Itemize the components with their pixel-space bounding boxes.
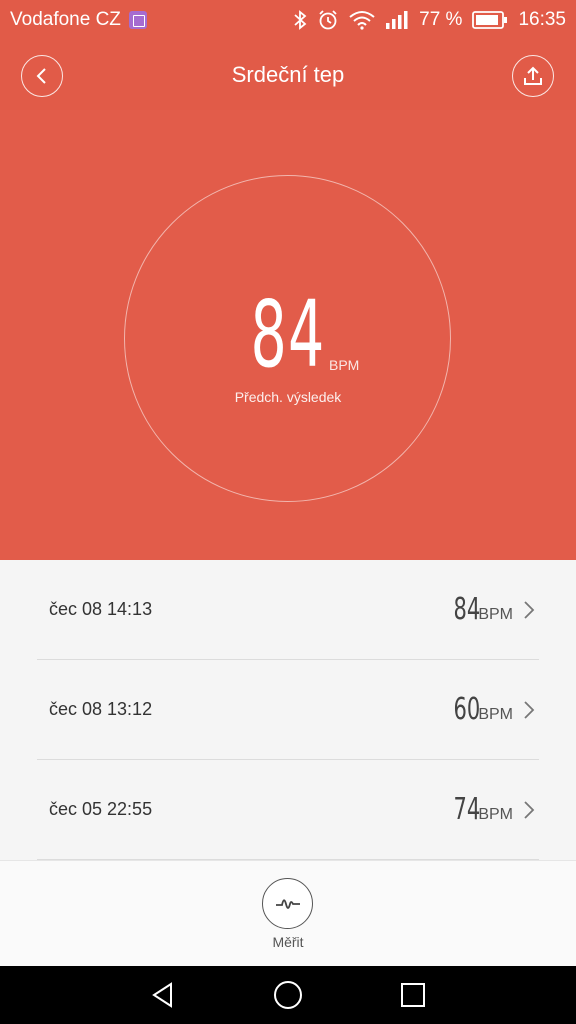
chevron-right-icon	[523, 800, 535, 820]
history-value-group: 60 BPM	[442, 692, 513, 727]
bluetooth-icon	[294, 10, 307, 30]
measure-button[interactable]	[262, 878, 313, 929]
back-triangle-icon[interactable]	[143, 975, 183, 1015]
chevron-right-icon	[523, 600, 535, 620]
history-value-group: 84 BPM	[442, 592, 513, 627]
navigation-bar	[0, 966, 576, 1024]
carrier-name: Vodafone CZ	[10, 9, 121, 30]
last-heart-rate-value: 84	[250, 281, 326, 388]
share-button[interactable]	[512, 55, 554, 97]
upload-icon	[524, 66, 542, 85]
history-date: čec 05 22:55	[49, 799, 153, 819]
back-button[interactable]	[21, 55, 63, 97]
history-value: 84	[453, 592, 481, 627]
history-list: čec 08 14:13 84 BPM čec 08 13:12 60 BPM …	[0, 560, 576, 860]
signal-icon	[386, 11, 408, 29]
clock: 16:35	[518, 9, 566, 30]
app-bar: Srdeční tep	[0, 40, 576, 110]
chevron-left-icon	[36, 68, 46, 84]
measure-bar: Měřit	[0, 860, 576, 966]
history-value-group: 74 BPM	[442, 792, 513, 827]
history-date: čec 08 13:12	[49, 699, 153, 719]
history-date: čec 08 14:13	[49, 599, 153, 619]
heart-rate-hero: 84 BPM Předch. výsledek	[0, 110, 576, 560]
history-row[interactable]: čec 05 22:55 74 BPM	[37, 760, 539, 860]
battery-percent: 77 %	[419, 9, 463, 30]
alarm-icon	[319, 10, 337, 30]
previous-result-label: Předch. výsledek	[234, 389, 342, 405]
last-heart-rate-unit: BPM	[329, 357, 360, 373]
page-title: Srdeční tep	[231, 62, 345, 87]
history-value: 60	[453, 692, 481, 727]
measure-label: Měřit	[272, 934, 304, 950]
history-row[interactable]: čec 08 14:13 84 BPM	[37, 560, 539, 660]
status-bar: Vodafone CZ 77 % 16:35	[0, 0, 576, 40]
pulse-wave-icon	[275, 898, 300, 909]
home-circle-icon[interactable]	[268, 975, 308, 1015]
history-value: 74	[453, 792, 481, 827]
history-row[interactable]: čec 08 13:12 60 BPM	[37, 660, 539, 760]
chevron-right-icon	[523, 700, 535, 720]
wifi-icon	[349, 11, 375, 30]
battery-icon	[472, 11, 508, 29]
history-unit: BPM	[478, 706, 513, 723]
recents-square-icon[interactable]	[393, 975, 433, 1015]
history-unit: BPM	[478, 606, 513, 623]
history-unit: BPM	[478, 806, 513, 823]
image-icon	[128, 11, 147, 29]
